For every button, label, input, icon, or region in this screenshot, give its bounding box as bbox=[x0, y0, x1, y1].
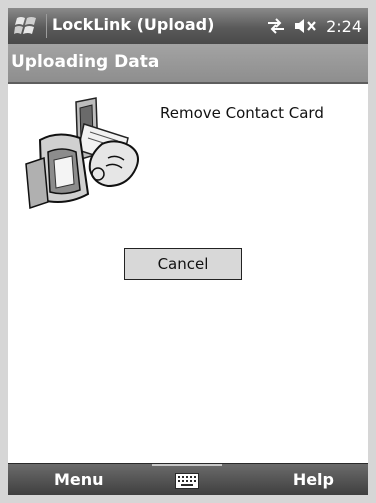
menu-softkey[interactable]: Menu bbox=[54, 470, 104, 489]
clock-time[interactable]: 2:24 bbox=[326, 17, 362, 36]
title-bar: LockLink (Upload) 2:24 bbox=[8, 8, 368, 44]
cancel-button[interactable]: Cancel bbox=[124, 248, 242, 280]
caption-bar: Uploading Data bbox=[8, 44, 368, 84]
title-separator bbox=[46, 14, 47, 38]
page-title: Uploading Data bbox=[11, 52, 160, 72]
sync-arrows-icon[interactable] bbox=[266, 17, 286, 35]
app-title: LockLink (Upload) bbox=[52, 15, 215, 34]
help-softkey[interactable]: Help bbox=[293, 470, 334, 489]
status-area: 2:24 bbox=[266, 15, 362, 37]
speaker-muted-icon[interactable] bbox=[294, 17, 318, 35]
softkey-bar: Menu Help bbox=[8, 463, 368, 495]
device-screen: LockLink (Upload) 2:24 Uploading Data Re… bbox=[8, 8, 368, 495]
status-message: Remove Contact Card bbox=[160, 104, 324, 122]
windows-flag-icon[interactable] bbox=[14, 14, 40, 38]
card-removal-illustration bbox=[18, 94, 148, 214]
keyboard-icon[interactable] bbox=[152, 464, 222, 495]
